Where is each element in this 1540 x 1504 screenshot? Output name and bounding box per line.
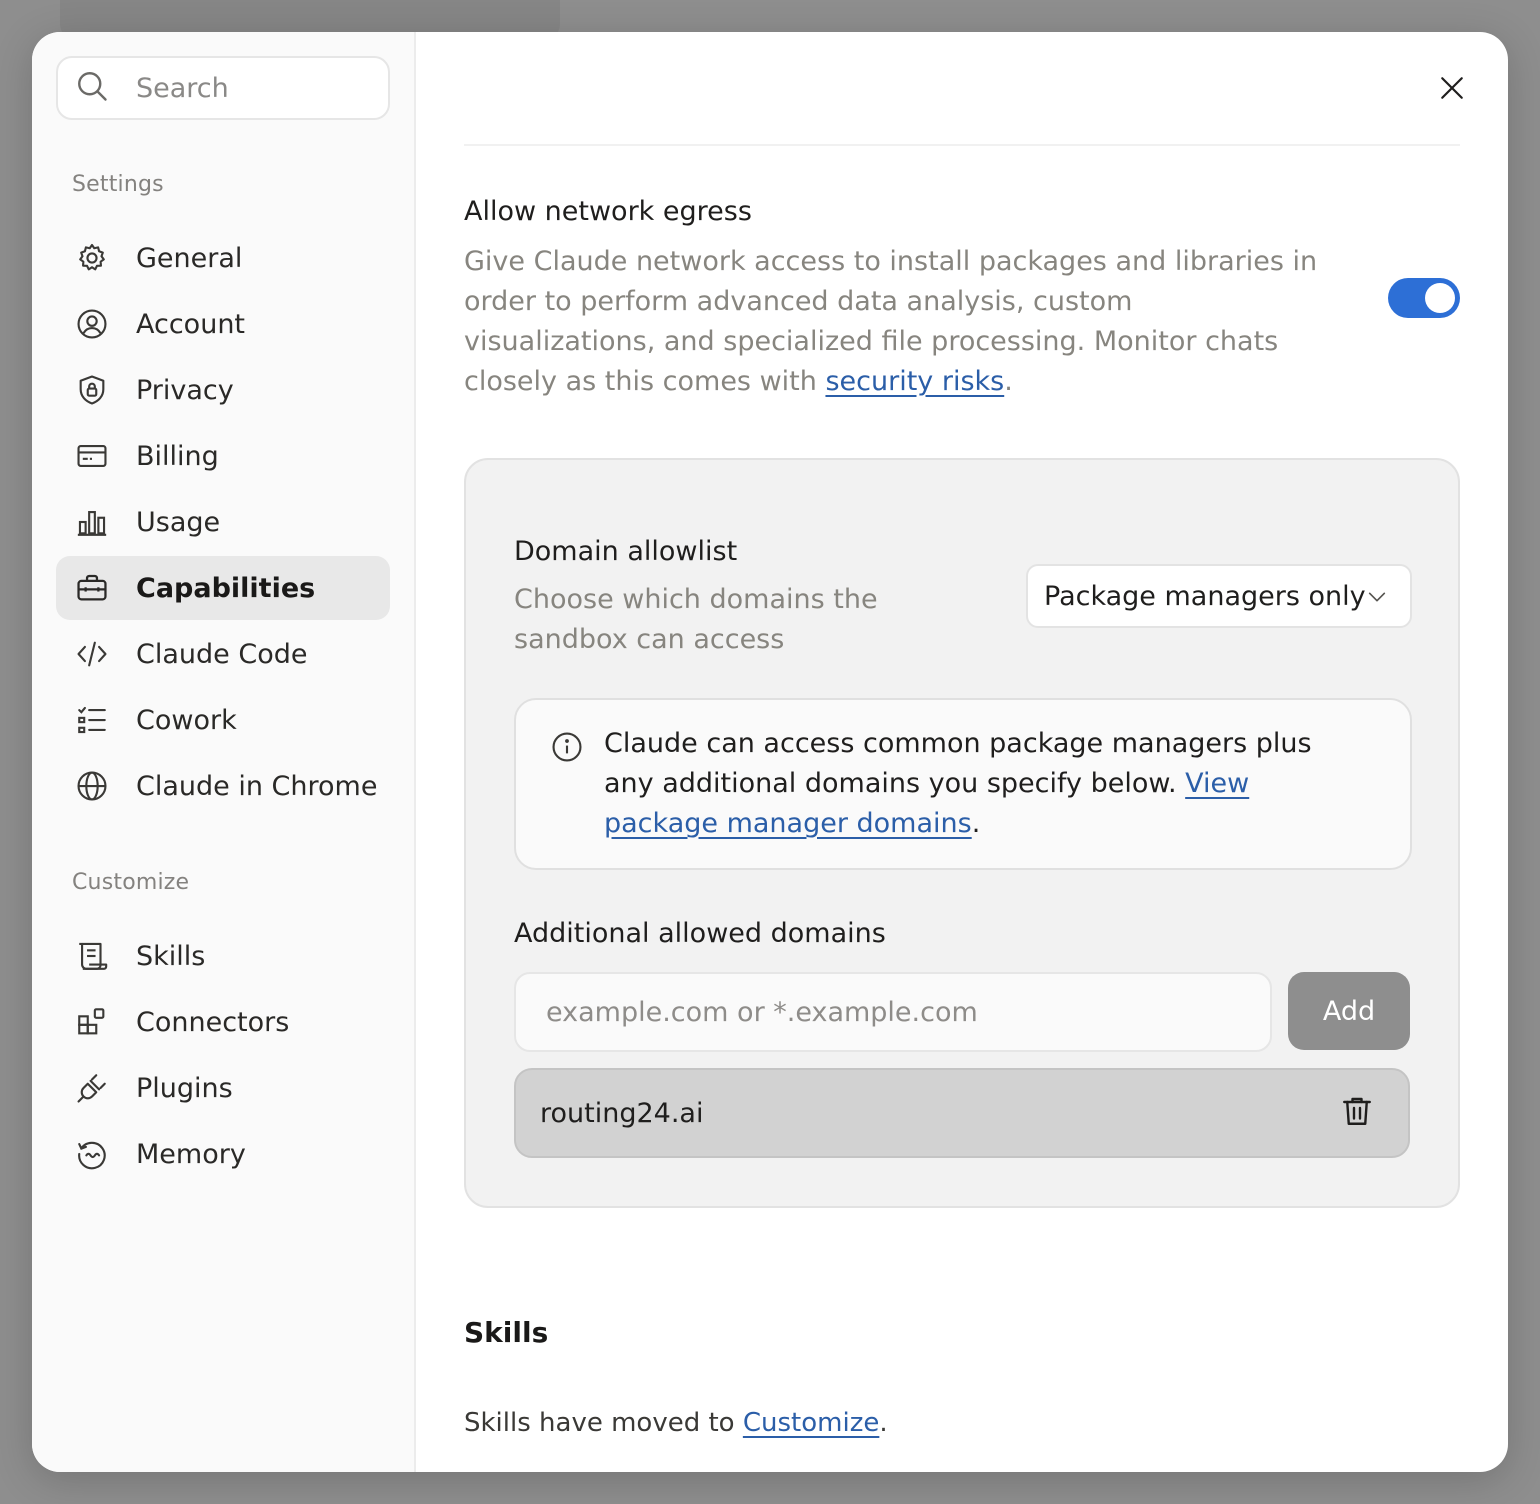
sidebar-item-label: Billing: [136, 440, 219, 472]
domain-allowlist-select[interactable]: Package managers only: [1026, 564, 1412, 628]
sidebar-item-connectors[interactable]: Connectors: [56, 990, 390, 1054]
egress-toggle[interactable]: [1388, 278, 1460, 318]
sidebar-item-label: Usage: [136, 506, 221, 538]
egress-description: Give Claude network access to install pa…: [464, 242, 1324, 402]
domain-list-item: routing24.ai: [514, 1068, 1410, 1158]
sidebar-item-label: General: [136, 242, 243, 274]
shield-lock-icon: [74, 372, 110, 408]
bar-chart-icon: [74, 504, 110, 540]
sidebar-item-usage[interactable]: Usage: [56, 490, 390, 554]
sidebar-item-label: Memory: [136, 1138, 246, 1170]
sidebar-item-label: Claude in Chrome: [136, 770, 378, 802]
sidebar-item-label: Privacy: [136, 374, 234, 406]
capabilities-panel: Allow network egress Give Claude network…: [416, 32, 1508, 1472]
sidebar-item-account[interactable]: Account: [56, 292, 390, 356]
select-value: Package managers only: [1044, 580, 1366, 612]
sidebar-item-billing[interactable]: Billing: [56, 424, 390, 488]
additional-domains-title: Additional allowed domains: [514, 918, 886, 949]
plug-icon: [74, 1070, 110, 1106]
toggle-knob: [1425, 283, 1455, 313]
sidebar-item-capabilities[interactable]: Capabilities: [56, 556, 390, 620]
customize-section-label: Customize: [72, 870, 190, 895]
info-text: Claude can access common package manager…: [604, 724, 1364, 844]
blocks-icon: [74, 1004, 110, 1040]
settings-section-label: Settings: [72, 172, 164, 197]
sidebar-item-general[interactable]: General: [56, 226, 390, 290]
sidebar-item-label: Claude Code: [136, 638, 308, 670]
sidebar-item-label: Account: [136, 308, 246, 340]
sidebar-item-label: Skills: [136, 940, 206, 972]
domain-name: routing24.ai: [540, 1097, 704, 1129]
globe-icon: [74, 768, 110, 804]
sidebar-item-label: Connectors: [136, 1006, 290, 1038]
egress-settings-panel: Domain allowlist Choose which domains th…: [464, 458, 1460, 1208]
domain-input[interactable]: [514, 972, 1272, 1052]
info-period: .: [971, 808, 981, 839]
search-box[interactable]: [56, 56, 390, 120]
search-icon: [74, 68, 110, 108]
sidebar-item-label: Capabilities: [136, 572, 316, 604]
settings-modal: Settings General Account: [32, 32, 1508, 1472]
skills-text-body: Skills have moved to: [464, 1408, 743, 1438]
info-callout: Claude can access common package manager…: [514, 698, 1412, 870]
info-icon: [550, 730, 584, 764]
sidebar-item-claude-code[interactable]: Claude Code: [56, 622, 390, 686]
settings-sidebar: Settings General Account: [32, 32, 416, 1472]
user-circle-icon: [74, 306, 110, 342]
scroll-icon: [74, 938, 110, 974]
egress-period: .: [1004, 366, 1013, 397]
sidebar-item-plugins[interactable]: Plugins: [56, 1056, 390, 1120]
delete-domain-button[interactable]: [1338, 1094, 1376, 1132]
sidebar-item-label: Cowork: [136, 704, 237, 736]
sidebar-item-privacy[interactable]: Privacy: [56, 358, 390, 422]
domain-allowlist-description: Choose which domains the sandbox can acc…: [514, 584, 878, 655]
close-icon: [1439, 75, 1465, 105]
customize-link[interactable]: Customize: [743, 1408, 879, 1438]
egress-title: Allow network egress: [464, 196, 752, 227]
gear-icon: [74, 240, 110, 276]
close-button[interactable]: [1434, 72, 1470, 108]
skills-heading: Skills: [464, 1316, 549, 1349]
code-icon: [74, 636, 110, 672]
chevron-down-icon: [1366, 586, 1388, 608]
skills-moved-text: Skills have moved to Customize.: [464, 1408, 888, 1438]
sidebar-item-label: Plugins: [136, 1072, 233, 1104]
sidebar-item-memory[interactable]: Memory: [56, 1122, 390, 1186]
security-risks-link[interactable]: security risks: [825, 366, 1004, 397]
search-input[interactable]: [136, 72, 376, 104]
sidebar-item-skills[interactable]: Skills: [56, 924, 390, 988]
sidebar-item-cowork[interactable]: Cowork: [56, 688, 390, 752]
divider: [464, 144, 1460, 146]
memory-icon: [74, 1136, 110, 1172]
checklist-icon: [74, 702, 110, 738]
sidebar-item-claude-in-chrome[interactable]: Claude in Chrome: [56, 754, 390, 818]
credit-card-icon: [74, 438, 110, 474]
skills-period: .: [879, 1408, 888, 1438]
add-button[interactable]: Add: [1288, 972, 1410, 1050]
toolbox-icon: [74, 570, 110, 606]
trash-icon: [1339, 1093, 1375, 1133]
domain-allowlist-title: Domain allowlist: [514, 536, 738, 567]
